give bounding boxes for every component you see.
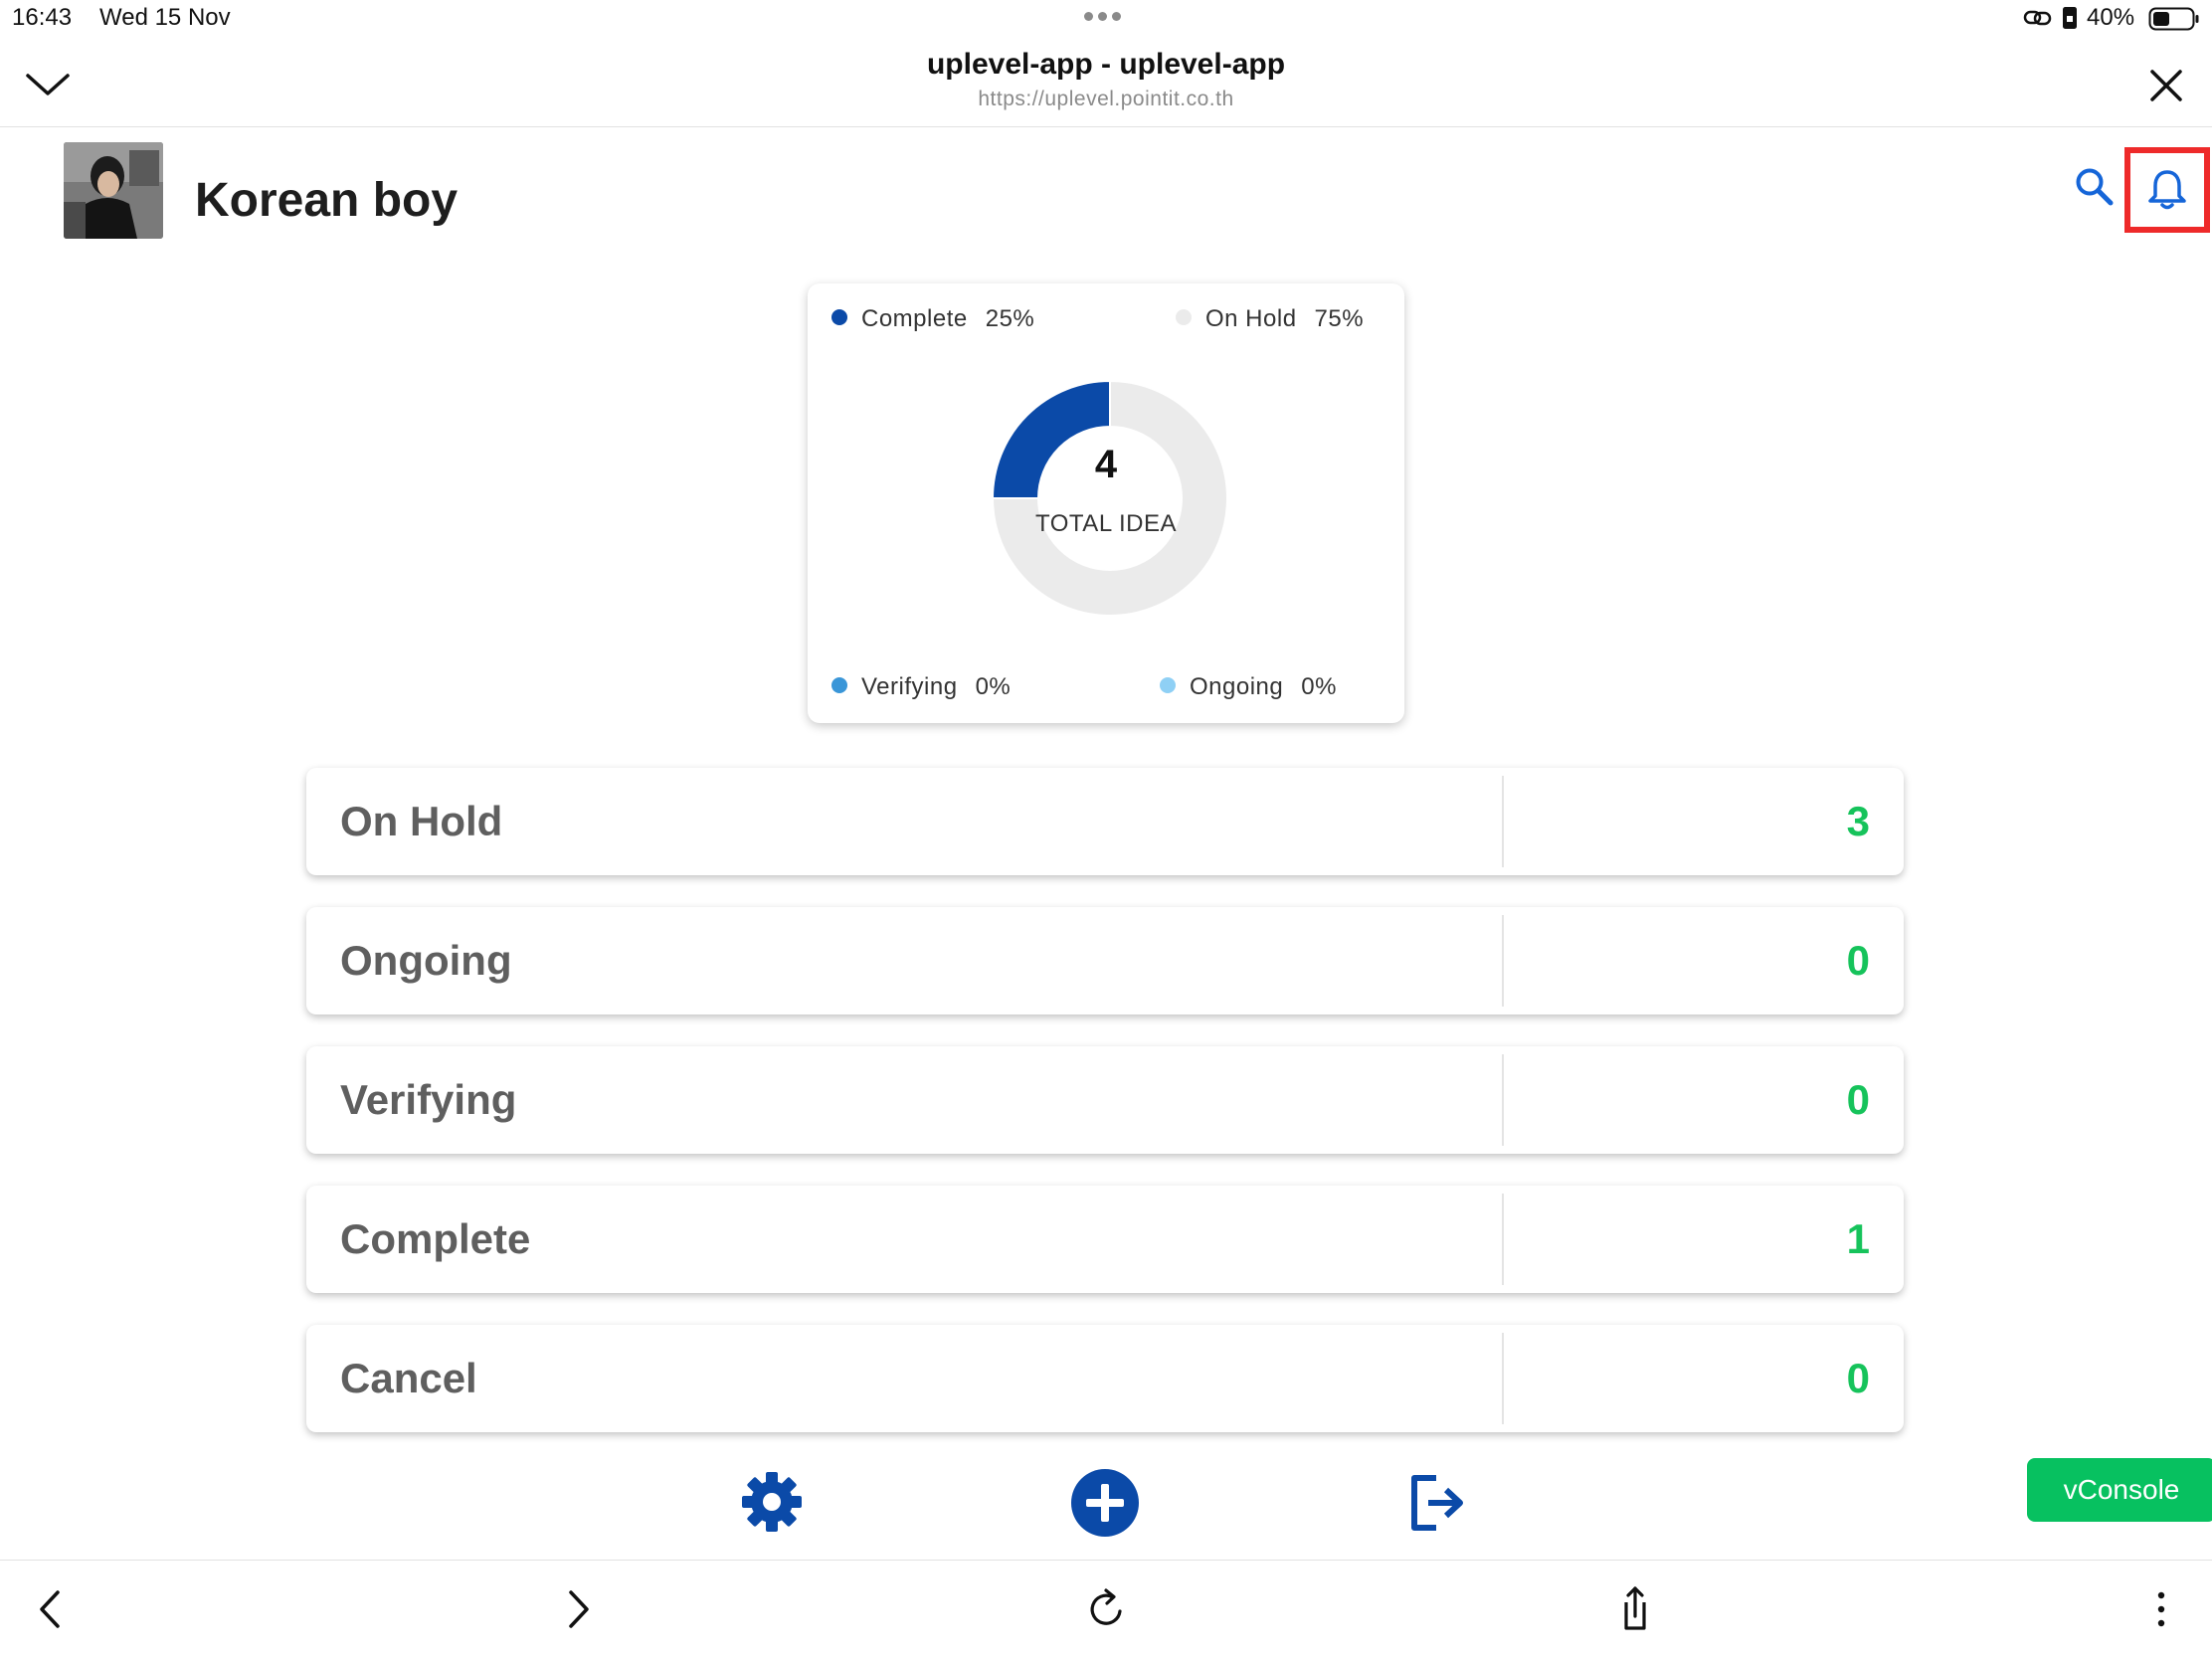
status-label: Verifying: [340, 1076, 517, 1123]
status-count: 0: [1846, 937, 1870, 984]
status-label: Ongoing: [340, 937, 512, 984]
legend-ongoing: Ongoing 0%: [1160, 673, 1337, 701]
divider: [1502, 915, 1504, 1007]
close-icon[interactable]: [2144, 64, 2188, 107]
chevron-left-icon[interactable]: [26, 1584, 76, 1634]
legend-label-verifying: Verifying: [861, 673, 958, 700]
search-icon[interactable]: [2071, 163, 2119, 211]
divider: [1502, 1333, 1504, 1424]
logout-icon[interactable]: [1406, 1472, 1468, 1534]
legend-dot-ongoing: [1160, 677, 1176, 693]
link-icon: [2023, 8, 2053, 28]
chevron-right-icon[interactable]: [553, 1584, 603, 1634]
status-row-ongoing[interactable]: Ongoing 0: [306, 907, 1904, 1014]
battery-percentage: 40%: [2087, 4, 2135, 31]
total-idea-label: TOTAL IDEA: [1035, 510, 1177, 537]
vconsole-button[interactable]: vConsole: [2027, 1458, 2212, 1522]
page-title: uplevel-app - uplevel-app: [926, 48, 1286, 81]
legend-percent-ongoing: 0%: [1301, 673, 1337, 700]
status-label: Cancel: [340, 1355, 477, 1401]
status-count: 0: [1846, 1355, 1870, 1401]
more-vertical-icon[interactable]: [2136, 1584, 2186, 1634]
legend-dot-verifying: [831, 677, 847, 693]
profile-name: Korean boy: [195, 174, 459, 227]
legend-dot-on-hold: [1176, 309, 1192, 325]
divider: [1502, 776, 1504, 867]
legend-label-complete: Complete: [861, 305, 968, 332]
share-icon[interactable]: [1609, 1584, 1659, 1634]
status-label: Complete: [340, 1215, 531, 1262]
page-url: https://uplevel.pointit.co.th: [978, 88, 1234, 110]
status-time: 16:43: [12, 4, 73, 31]
idea-summary-chart: Complete 25% On Hold 75% Verifying 0% Ongoi…: [808, 283, 1404, 723]
divider: [1502, 1054, 1504, 1146]
orientation-lock-icon: [2061, 6, 2079, 30]
browser-toolbar: [0, 1560, 2212, 1660]
plus-circle-icon[interactable]: [1070, 1468, 1140, 1538]
gear-icon[interactable]: [740, 1470, 804, 1534]
multitasking-dots-icon[interactable]: [1084, 8, 1128, 21]
divider: [1502, 1194, 1504, 1285]
reload-icon[interactable]: [1082, 1584, 1132, 1634]
legend-percent-on-hold: 75%: [1314, 305, 1365, 332]
bell-icon: [2148, 170, 2186, 210]
legend-verifying: Verifying 0%: [831, 673, 1011, 701]
notification-button[interactable]: [2124, 147, 2210, 233]
status-row-cancel[interactable]: Cancel 0: [306, 1325, 1904, 1432]
status-row-verifying[interactable]: Verifying 0: [306, 1046, 1904, 1154]
status-count: 3: [1846, 798, 1870, 844]
status-date: Wed 15 Nov: [99, 4, 231, 31]
legend-dot-complete: [831, 309, 847, 325]
status-row-on-hold[interactable]: On Hold 3: [306, 768, 1904, 875]
total-idea-count: 4: [1094, 443, 1118, 486]
browser-header: uplevel-app - uplevel-app https://upleve…: [0, 40, 2212, 127]
avatar[interactable]: [64, 142, 163, 239]
status-label: On Hold: [340, 798, 503, 844]
donut-chart: [991, 379, 1228, 617]
status-count: 0: [1846, 1076, 1870, 1123]
battery-icon: [2148, 7, 2200, 31]
status-row-complete[interactable]: Complete 1: [306, 1186, 1904, 1293]
legend-label-ongoing: Ongoing: [1190, 673, 1284, 700]
legend-percent-verifying: 0%: [975, 673, 1012, 700]
status-count: 1: [1846, 1215, 1870, 1262]
legend-label-on-hold: On Hold: [1205, 305, 1297, 332]
